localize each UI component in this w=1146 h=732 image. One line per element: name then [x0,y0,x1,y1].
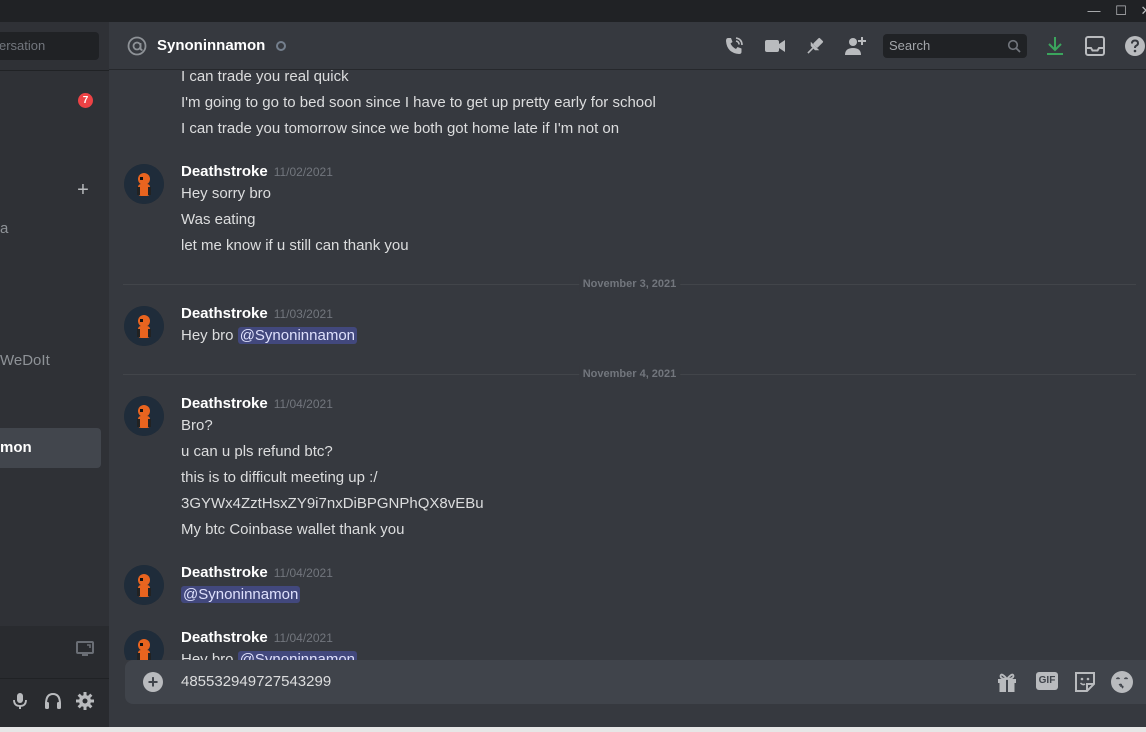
message-timestamp: 11/02/2021 [273,165,333,179]
channel-header: Synoninnamon Search [109,22,1146,70]
message-list: I can trade you real quick I'm going to … [109,70,1146,660]
gif-button[interactable]: GIF [1036,672,1058,690]
user-panel [0,626,109,727]
emoji-icon[interactable] [1110,670,1134,694]
upload-plus-icon[interactable]: + [143,672,163,692]
author-name[interactable]: Deathstroke [181,629,268,646]
sidebar-item-label: WeDoIt [0,352,50,369]
call-icon[interactable] [723,35,745,57]
author-name[interactable]: Deathstroke [181,395,268,412]
screen-share-icon[interactable] [75,639,95,659]
create-dm-button[interactable]: + [75,180,91,200]
avatar[interactable] [124,164,164,204]
microphone-icon[interactable] [10,691,30,711]
message-text: 3GYWx4ZztHsxZY9i7nxDiBPGNPhQX8vEBu [181,495,484,512]
help-icon[interactable] [1124,35,1146,57]
message-text: I can trade you real quick [181,70,349,85]
message-text: Hey sorry bro [181,185,272,202]
message-text: Hey bro @Synoninnamon [181,649,358,660]
window-titlebar: — ☐ ✕ [0,0,1146,22]
date-divider: November 3, 2021 [123,276,1136,292]
message-timestamp: 11/03/2021 [273,307,333,321]
pin-icon[interactable] [804,35,826,57]
message-composer[interactable]: + 485532949727543299 GIF [125,660,1146,704]
sidebar-item-dm-1[interactable]: a [0,209,101,249]
dm-sidebar: ersation 7 + a WeDoIt mon [0,22,109,727]
message-timestamp: 11/04/2021 [273,631,333,645]
gear-icon[interactable] [75,691,95,711]
window-bottom-edge [0,727,1146,732]
message-text: u can u pls refund btc? [181,443,333,460]
message-input[interactable]: 485532949727543299 [181,660,331,704]
minimize-button[interactable]: — [1082,0,1106,22]
avatar[interactable] [124,565,164,605]
avatar[interactable] [124,306,164,346]
offline-status-icon [276,41,286,51]
message-author[interactable]: Deathstroke 11/04/2021 [181,562,333,584]
sidebar-item-label: mon [0,439,32,456]
date-divider-label: November 4, 2021 [578,366,681,382]
sidebar-divider [0,70,109,71]
video-icon[interactable] [764,35,786,57]
message-text-prefix: Hey bro [181,327,238,344]
notification-badge: 7 [78,93,93,108]
message-text: @Synoninnamon [181,584,301,606]
gift-icon[interactable] [995,670,1019,694]
close-button[interactable]: ✕ [1134,0,1146,22]
add-friend-icon[interactable] [844,35,866,57]
search-input[interactable]: Search [883,34,1027,58]
message-text: I'm going to go to bed soon since I have… [181,94,656,111]
message-text: Hey bro @Synoninnamon [181,325,358,347]
message-text: Bro? [181,417,213,434]
message-timestamp: 11/04/2021 [273,397,333,411]
message-author[interactable]: Deathstroke 11/02/2021 [181,161,333,183]
sidebar-item-label: a [0,220,9,237]
download-icon[interactable] [1044,35,1066,57]
user-mention[interactable]: @Synoninnamon [181,586,301,603]
channel-title: Synoninnamon [157,37,266,54]
author-name[interactable]: Deathstroke [181,305,268,322]
find-conversation-input[interactable]: ersation [0,32,99,60]
panel-divider [0,678,109,679]
message-text: let me know if u still can thank you [181,237,409,254]
message-author[interactable]: Deathstroke 11/03/2021 [181,303,333,325]
user-mention[interactable]: @Synoninnamon [237,327,358,344]
message-text: Was eating [181,211,256,228]
message-text-prefix: Hey bro [181,651,238,660]
search-icon [1007,39,1021,53]
message-text: My btc Coinbase wallet thank you [181,521,405,538]
message-timestamp: 11/04/2021 [273,566,333,580]
date-divider-label: November 3, 2021 [578,276,681,292]
headphones-icon[interactable] [43,691,63,711]
sidebar-item-dm-active[interactable]: mon [0,428,101,468]
message-text: I can trade you tomorrow since we both g… [181,120,620,137]
user-mention[interactable]: @Synoninnamon [237,651,358,660]
search-placeholder: Search [889,38,931,53]
sticker-icon[interactable] [1073,670,1097,694]
message-text: this is to difficult meeting up :/ [181,469,378,486]
avatar[interactable] [124,630,164,660]
author-name[interactable]: Deathstroke [181,564,268,581]
message-author[interactable]: Deathstroke 11/04/2021 [181,627,333,649]
maximize-button[interactable]: ☐ [1109,0,1133,22]
sidebar-item-dm-2[interactable]: WeDoIt [0,341,101,381]
inbox-icon[interactable] [1084,35,1106,57]
date-divider: November 4, 2021 [123,366,1136,382]
message-author[interactable]: Deathstroke 11/04/2021 [181,393,333,415]
author-name[interactable]: Deathstroke [181,163,268,180]
avatar[interactable] [124,396,164,436]
at-icon [126,35,148,57]
